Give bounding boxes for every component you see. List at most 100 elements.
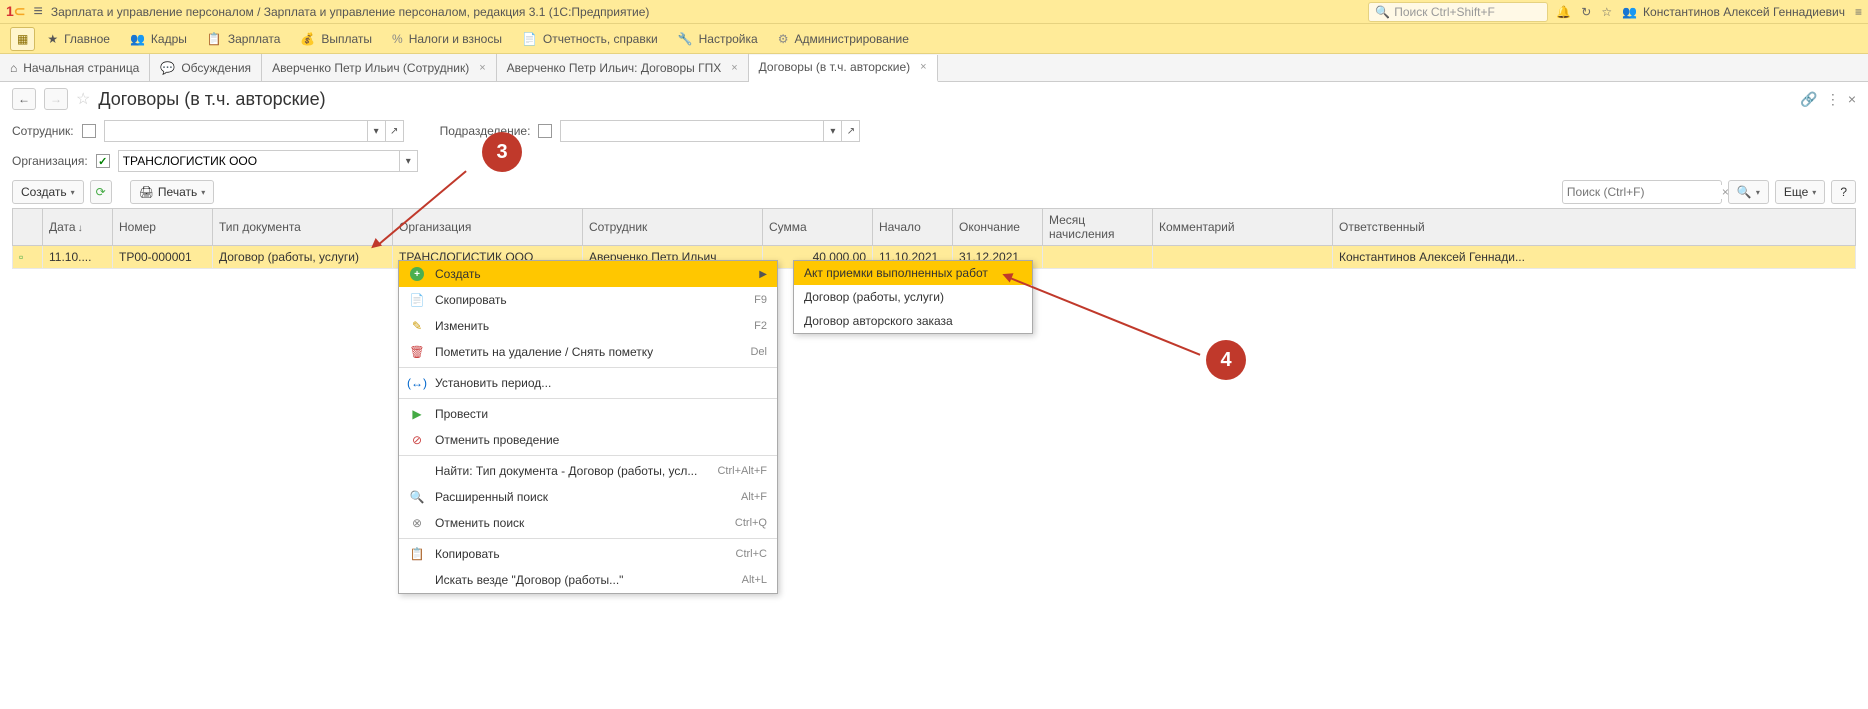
kebab-icon[interactable]: ⋮ — [1826, 91, 1840, 108]
submenu-contract-work[interactable]: Договор (работы, услуги) — [794, 285, 1032, 309]
context-menu: + Создать ▶ 📄 Скопировать F9 ✎ Изменить … — [398, 260, 778, 594]
close-icon[interactable]: × — [920, 61, 926, 73]
list-search[interactable]: × — [1562, 180, 1722, 204]
ctx-period[interactable]: (↔) Установить период... — [399, 370, 777, 396]
link-icon[interactable]: 🔗 — [1800, 91, 1817, 108]
cancel-conduct-icon: ⊘ — [409, 432, 425, 448]
row-month — [1043, 246, 1153, 269]
ctx-find[interactable]: Найти: Тип документа - Договор (работы, … — [399, 458, 777, 484]
tab-employee[interactable]: Аверченко Петр Ильич (Сотрудник)× — [262, 54, 497, 81]
col-start[interactable]: Начало — [873, 209, 953, 246]
close-page-icon[interactable]: × — [1848, 91, 1856, 108]
tab-contracts[interactable]: Договоры (в т.ч. авторские)× — [749, 55, 938, 82]
more-button[interactable]: Еще▾ — [1775, 180, 1825, 204]
org-input[interactable]: ▾ — [118, 150, 418, 172]
user-icon: 👥 — [1622, 5, 1637, 19]
refresh-button[interactable]: ⟳ — [90, 180, 112, 204]
ctx-cancel-conduct[interactable]: ⊘ Отменить проведение — [399, 427, 777, 453]
star-menu-icon: ★ — [47, 32, 58, 46]
col-end[interactable]: Окончание — [953, 209, 1043, 246]
col-number[interactable]: Номер — [113, 209, 213, 246]
col-org[interactable]: Организация — [393, 209, 583, 246]
dropdown-icon[interactable]: ▾ — [823, 121, 841, 141]
menu-staff[interactable]: 👥Кадры — [122, 28, 195, 50]
col-sum[interactable]: Сумма — [763, 209, 873, 246]
col-responsible[interactable]: Ответственный — [1333, 209, 1856, 246]
employee-checkbox[interactable] — [82, 124, 96, 138]
org-checkbox[interactable] — [96, 154, 110, 168]
subdiv-input[interactable]: ▾ ↗ — [560, 120, 860, 142]
tab-home[interactable]: ⌂Начальная страница — [0, 54, 150, 81]
chat-icon: 💬 — [160, 61, 175, 75]
favorite-icon[interactable]: ☆ — [76, 89, 90, 109]
ctx-search-all[interactable]: Искать везде "Договор (работы..." Alt+L — [399, 567, 777, 593]
employee-input[interactable]: ▾ ↗ — [104, 120, 404, 142]
submenu-act[interactable]: Акт приемки выполненных работ — [794, 261, 1032, 285]
row-date: 11.10.... — [43, 246, 113, 269]
ctx-create[interactable]: + Создать ▶ — [399, 261, 777, 287]
star-icon[interactable]: ☆ — [1601, 5, 1612, 19]
subdiv-field[interactable] — [561, 124, 823, 138]
menu-reports[interactable]: 📄Отчетность, справки — [514, 28, 666, 50]
ctx-cancel-search[interactable]: ⊗ Отменить поиск Ctrl+Q — [399, 510, 777, 536]
ctx-separator — [399, 398, 777, 399]
employee-field[interactable] — [105, 124, 367, 138]
app-title: Зарплата и управление персоналом / Зарпл… — [51, 5, 1360, 19]
menu-admin[interactable]: ⚙Администрирование — [770, 28, 917, 50]
user-area[interactable]: 👥 Константинов Алексей Геннадиевич — [1622, 5, 1845, 19]
chevron-down-icon: ▾ — [1812, 188, 1816, 197]
sort-icon: ↓ — [78, 223, 83, 234]
col-comment[interactable]: Комментарий — [1153, 209, 1333, 246]
menu-salary[interactable]: 📋Зарплата — [199, 28, 289, 50]
col-employee[interactable]: Сотрудник — [583, 209, 763, 246]
search-icon: 🔍 — [409, 489, 425, 505]
ctx-copy[interactable]: 📄 Скопировать F9 — [399, 287, 777, 313]
ctx-edit[interactable]: ✎ Изменить F2 — [399, 313, 777, 339]
org-field[interactable] — [119, 154, 399, 168]
row-responsible: Константинов Алексей Геннади... — [1333, 246, 1856, 269]
subdiv-checkbox[interactable] — [538, 124, 552, 138]
grid-icon[interactable]: ▦ — [10, 27, 35, 51]
col-month[interactable]: Месяц начисления — [1043, 209, 1153, 246]
more-icon[interactable]: ≡ — [1855, 5, 1862, 19]
search-icon: 🔍 — [1375, 5, 1390, 19]
tab-contracts-gph[interactable]: Аверченко Петр Ильич: Договоры ГПХ× — [497, 54, 749, 81]
menu-main[interactable]: ★Главное — [39, 28, 118, 50]
ctx-clipboard[interactable]: 📋 Копировать Ctrl+C — [399, 541, 777, 567]
filter-row-2: Организация: ▾ — [0, 146, 1868, 176]
global-search[interactable]: 🔍 Поиск Ctrl+Shift+F — [1368, 2, 1548, 22]
dropdown-icon[interactable]: ▾ — [399, 151, 417, 171]
dropdown-icon[interactable]: ▾ — [367, 121, 385, 141]
col-icon[interactable] — [13, 209, 43, 246]
submenu-contract-copyright[interactable]: Договор авторского заказа — [794, 309, 1032, 333]
menu-payments[interactable]: 💰Выплаты — [292, 28, 380, 50]
list-search-field[interactable] — [1567, 185, 1722, 199]
forward-button[interactable]: → — [44, 88, 68, 110]
help-button[interactable]: ? — [1831, 180, 1856, 204]
ctx-delete[interactable]: 🗑 Пометить на удаление / Снять пометку D… — [399, 339, 777, 365]
ctx-conduct[interactable]: ▶ Провести — [399, 401, 777, 427]
wallet-icon: 💰 — [300, 32, 315, 46]
print-button[interactable]: 🖨Печать▾ — [130, 180, 215, 204]
edit-icon: ✎ — [409, 318, 425, 334]
tab-discussions[interactable]: 💬Обсуждения — [150, 54, 262, 81]
close-icon[interactable]: × — [731, 62, 737, 74]
doc-icon: 📄 — [522, 32, 537, 46]
delete-icon: 🗑 — [409, 344, 425, 360]
menu-taxes[interactable]: %Налоги и взносы — [384, 28, 510, 50]
hamburger-icon[interactable]: ≡ — [34, 3, 43, 21]
advanced-search-button[interactable]: 🔍▾ — [1728, 180, 1769, 204]
history-icon[interactable]: ↻ — [1581, 5, 1591, 19]
open-icon[interactable]: ↗ — [385, 121, 403, 141]
menu-settings[interactable]: 🔧Настройка — [670, 28, 766, 50]
ctx-adv-search[interactable]: 🔍 Расширенный поиск Alt+F — [399, 484, 777, 510]
cancel-search-icon: ⊗ — [409, 515, 425, 531]
bell-icon[interactable]: 🔔 — [1556, 5, 1571, 19]
open-icon[interactable]: ↗ — [841, 121, 859, 141]
create-button[interactable]: Создать▾ — [12, 180, 84, 204]
col-date[interactable]: Дата↓ — [43, 209, 113, 246]
col-doctype[interactable]: Тип документа — [213, 209, 393, 246]
main-menu: ▦ ★Главное 👥Кадры 📋Зарплата 💰Выплаты %На… — [0, 24, 1868, 54]
back-button[interactable]: ← — [12, 88, 36, 110]
close-icon[interactable]: × — [479, 62, 485, 74]
